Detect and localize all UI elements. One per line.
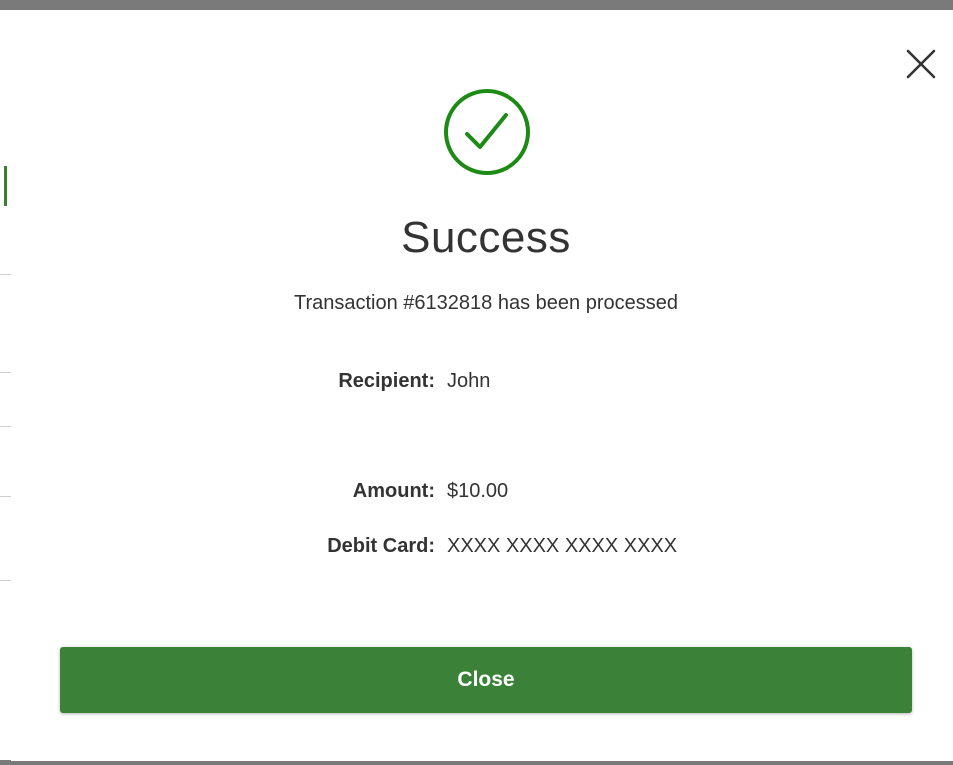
close-icon[interactable] bbox=[904, 47, 938, 81]
success-dialog: Success Transaction #6132818 has been pr… bbox=[11, 10, 953, 761]
dialog-title: Success bbox=[401, 213, 571, 262]
transaction-message: Transaction #6132818 has been processed bbox=[294, 292, 678, 314]
debit-card-value: XXXX XXXX XXXX XXXX bbox=[447, 535, 678, 557]
amount-value: $10.00 bbox=[447, 480, 509, 502]
check-circle-icon bbox=[442, 87, 532, 177]
recipient-value: John bbox=[447, 370, 491, 392]
close-button[interactable]: Close bbox=[60, 647, 912, 713]
recipient-label: Recipient: bbox=[338, 370, 435, 392]
detail-row-amount: Amount: $10.00 bbox=[11, 476, 953, 506]
amount-label: Amount: bbox=[352, 480, 435, 502]
detail-row-debit-card: Debit Card: XXXX XXXX XXXX XXXX bbox=[11, 531, 953, 561]
detail-row-recipient: Recipient: John bbox=[11, 366, 953, 396]
debit-card-label: Debit Card: bbox=[327, 535, 435, 557]
